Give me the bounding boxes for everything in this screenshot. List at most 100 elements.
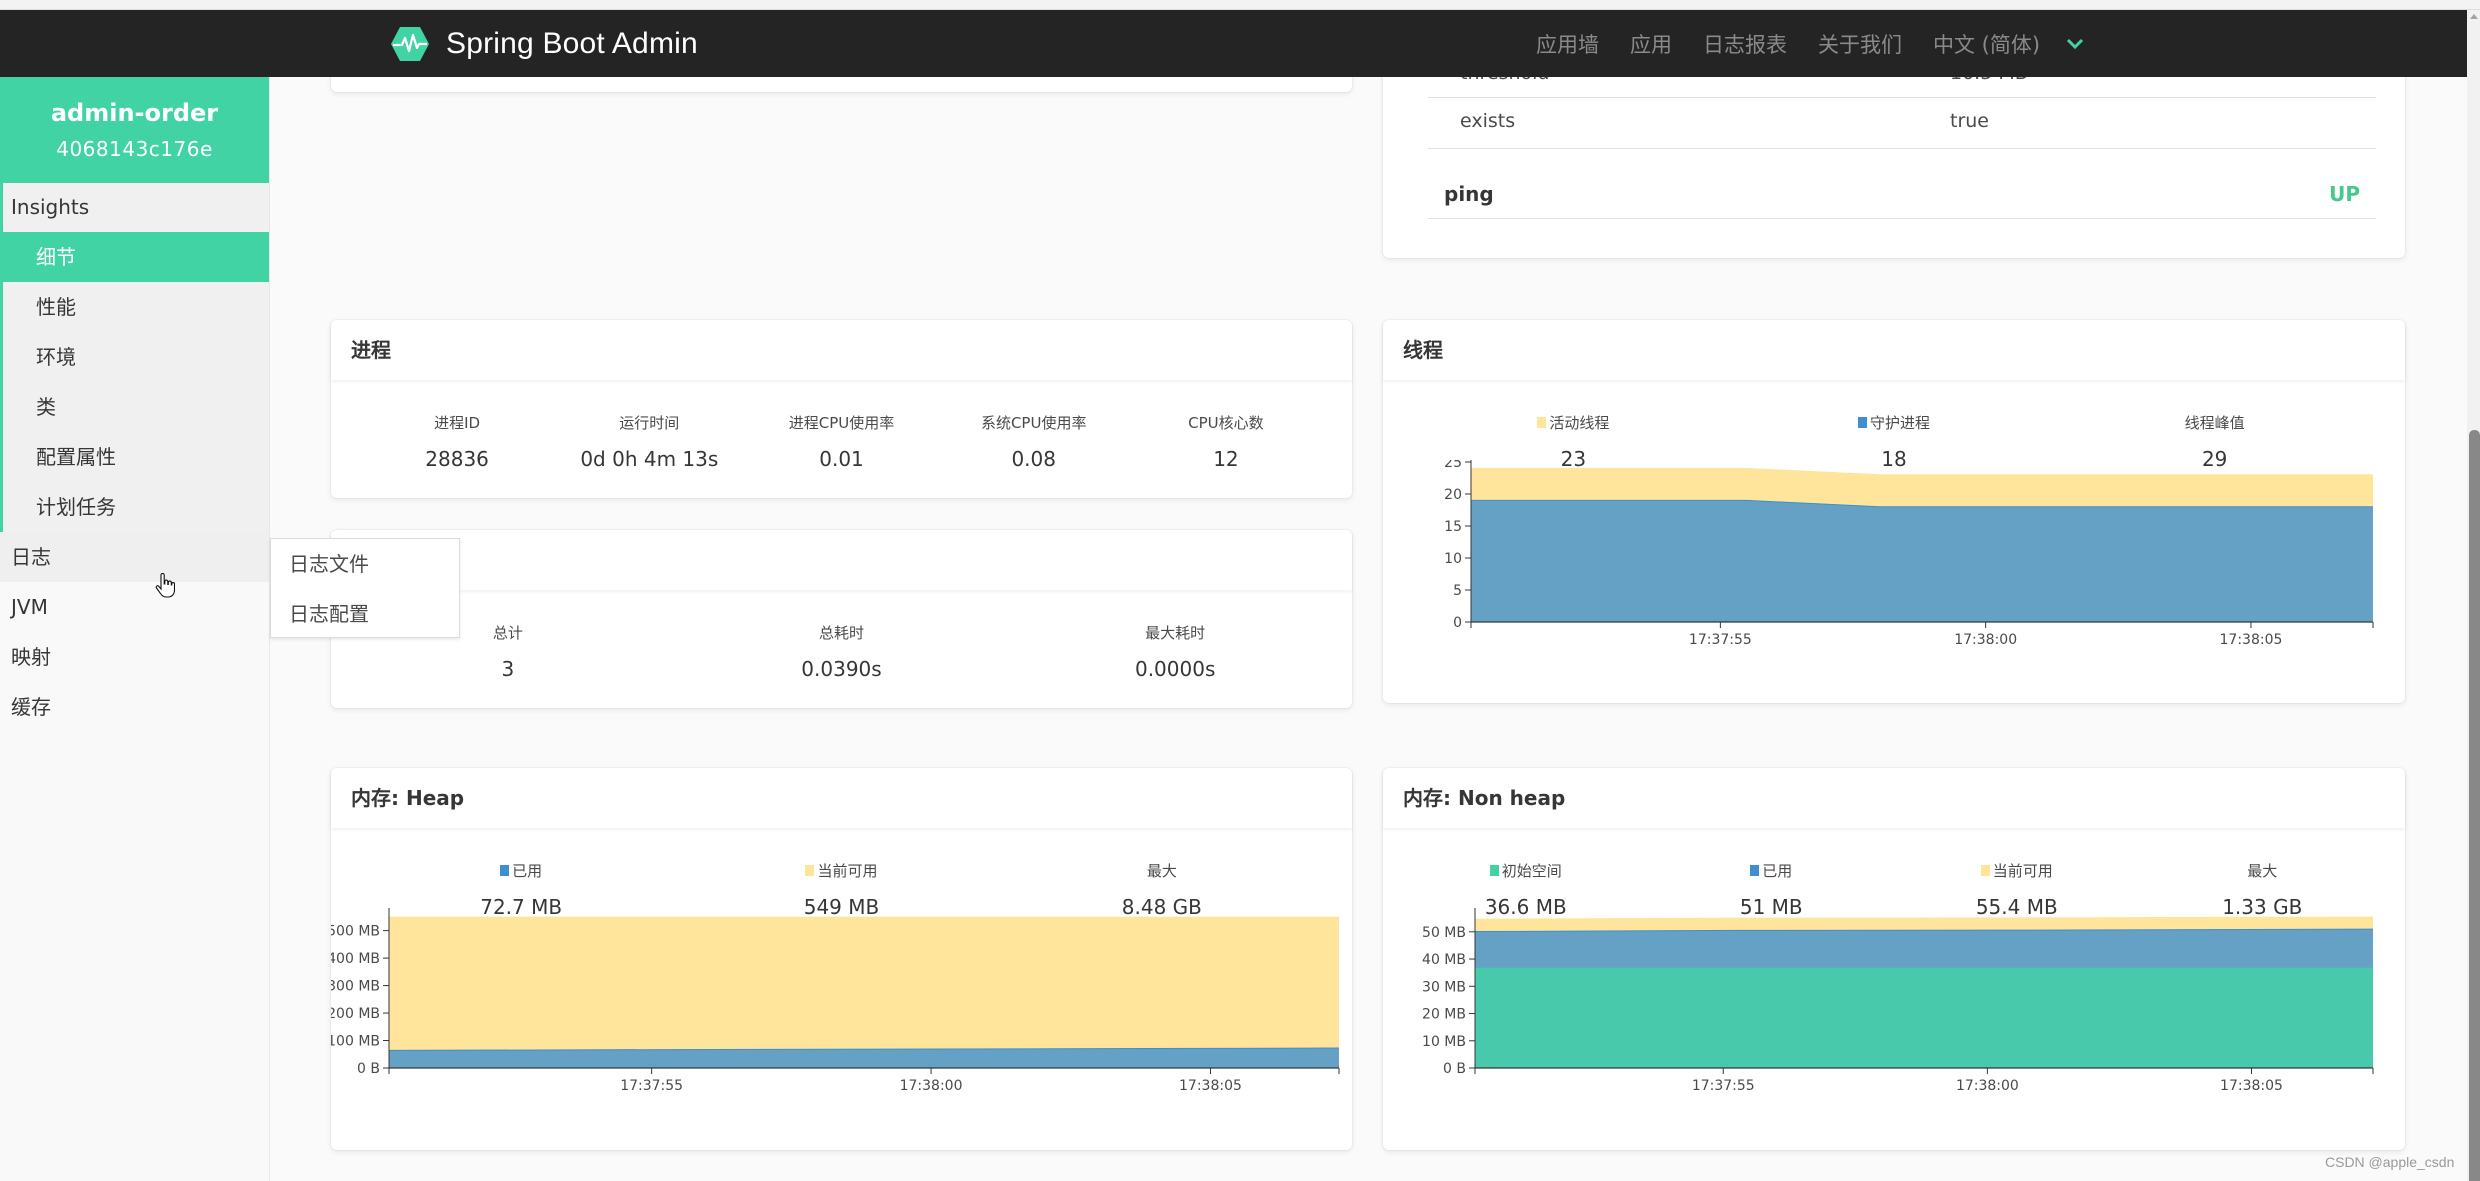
y-tick-label: 10 — [1444, 551, 1462, 567]
sidebar-group-insights: Insights 细节 性能 环境 类 配置属性 计划任务 — [0, 183, 269, 532]
sidebar-item-details[interactable]: 细节 — [3, 232, 269, 282]
y-tick-label: 30 MB — [1422, 979, 1466, 995]
legend-label: 守护进程 — [1870, 414, 1931, 432]
stat-value: 0.0390s — [801, 657, 882, 681]
nonheap-card: 内存: Non heap 初始空间 36.6 MB 已用 51 MB 当前可用 55.… — [1383, 768, 2405, 1150]
submenu-item-logfile[interactable]: 日志文件 — [271, 539, 459, 589]
heap-card-title: 内存: Heap — [331, 768, 1352, 828]
y-tick-label: 40 MB — [1422, 952, 1466, 968]
stat-label: 系统CPU使用率 — [980, 414, 1087, 432]
sidebar-item-caches[interactable]: 缓存 — [0, 682, 269, 732]
stat-label: 进程CPU使用率 — [788, 414, 895, 432]
sidebar-item-jvm[interactable]: JVM — [0, 582, 269, 632]
y-tick-label: 25 — [1444, 460, 1462, 471]
process-card: 进程 进程ID 28836 运行时间 0d 0h 4m 13s 进程CPU使用率 0.… — [331, 320, 1352, 498]
ping-status-badge: UP — [2329, 182, 2360, 206]
y-tick-label: 0 — [1453, 615, 1462, 631]
stat-label: 总耗时 — [819, 624, 865, 642]
y-tick-label: 0 B — [1443, 1061, 1466, 1077]
nonheap-card-title: 内存: Non heap — [1383, 768, 2405, 828]
stat-label: 最大 — [1146, 862, 1177, 880]
legend-label: 当前可用 — [817, 862, 878, 880]
stat-label: 初始空间 — [1403, 860, 1649, 881]
submenu-item-loggers[interactable]: 日志配置 — [271, 589, 459, 639]
x-tick-label: 17:37:55 — [620, 1078, 683, 1094]
heartbeat-hexagon-icon — [391, 26, 429, 61]
x-tick-label: 17:38:05 — [2220, 1078, 2283, 1094]
y-tick-label: 300 MB — [331, 979, 380, 995]
sidebar-item-insights[interactable]: Insights — [3, 183, 269, 232]
scroll-up-arrow-icon[interactable] — [2470, 14, 2478, 19]
area-series-1 — [1471, 500, 2373, 622]
sidebar-item-classes[interactable]: 类 — [3, 382, 269, 432]
nav-item-wallboard[interactable]: 应用墙 — [1536, 29, 1599, 59]
nonheap-chart: 0 B 10 MB 20 MB 30 MB 40 MB 50 MB 17:37:55 17:3… — [1422, 908, 2374, 1094]
legend-swatch — [1980, 865, 1990, 876]
area-series-2 — [1475, 968, 2373, 1068]
stat-value: 3 — [501, 657, 515, 681]
area-series-1 — [389, 1048, 1339, 1068]
sidebar-item-mappings[interactable]: 映射 — [0, 632, 269, 682]
stat-value: 28836 — [425, 447, 489, 471]
x-tick-label: 17:37:55 — [1692, 1078, 1755, 1094]
stat-process-cpu: 进程CPU使用率 0.01 — [745, 412, 937, 471]
stat-label: 当前可用 — [1894, 860, 2140, 881]
instance-id: 4068143c176e — [56, 137, 213, 161]
language-selector[interactable]: 中文 (简体) — [1933, 29, 2040, 59]
stat-cpu-cores: CPU核心数 12 — [1130, 412, 1322, 471]
stat-pid: 进程ID 28836 — [361, 412, 553, 471]
legend-swatch — [1858, 417, 1867, 428]
process-card-title: 进程 — [331, 320, 1352, 380]
ping-label: ping — [1444, 182, 1494, 206]
legend-label: 已用 — [512, 862, 543, 880]
brand-title: Spring Boot Admin — [446, 26, 698, 60]
app-name: admin-order — [50, 99, 219, 127]
navbar: Spring Boot Admin 应用墙 应用 日志报表 关于我们 中文 (简… — [0, 10, 2467, 77]
sidebar-item-metrics[interactable]: 性能 — [3, 282, 269, 332]
nav-item-about[interactable]: 关于我们 — [1818, 29, 1902, 59]
y-tick-label: 0 B — [357, 1061, 380, 1077]
process-stats: 进程ID 28836 运行时间 0d 0h 4m 13s 进程CPU使用率 0.01 … — [331, 412, 1352, 471]
y-tick-label: 5 — [1453, 583, 1462, 599]
x-tick-label: 17:38:05 — [1179, 1078, 1242, 1094]
sidebar-item-logging[interactable]: 日志 — [0, 532, 269, 582]
health-row-key: exists — [1460, 110, 1516, 132]
stat-label: 当前可用 — [681, 860, 1001, 881]
threads-card-title: 线程 — [1383, 320, 2405, 380]
y-tick-label: 400 MB — [331, 951, 380, 967]
chevron-down-icon[interactable] — [2065, 37, 2085, 51]
sidebar-item-config-props[interactable]: 配置属性 — [3, 432, 269, 482]
stat-value: 12 — [1213, 447, 1239, 471]
legend-swatch — [500, 865, 510, 876]
nav-item-applications[interactable]: 应用 — [1630, 29, 1672, 59]
sidebar-item-scheduled-tasks[interactable]: 计划任务 — [3, 482, 269, 532]
y-tick-label: 200 MB — [331, 1006, 380, 1022]
browser-top-strip — [0, 0, 2480, 10]
stat-label: 最大耗时 — [1145, 624, 1206, 642]
nav-item-log-reports[interactable]: 日志报表 — [1703, 29, 1787, 59]
health-ping-row: ping UP — [1428, 149, 2376, 219]
gc-card: 总计 3 总耗时 0.0390s 最大耗时 0.0000s — [331, 530, 1352, 708]
stat-value: 0d 0h 4m 13s — [580, 447, 719, 471]
stat-label: 线程峰值 — [2184, 414, 2245, 432]
gc-card-title — [331, 530, 1352, 590]
sidebar-item-environment[interactable]: 环境 — [3, 332, 269, 382]
threads-card: 线程 活动线程 23 守护进程 18 线程峰值 29 0 5 10 15 20 25 17:37:… — [1383, 320, 2405, 703]
stat-label: 运行时间 — [619, 414, 680, 432]
stat-label: 进程ID — [434, 414, 481, 432]
legend-label: 初始空间 — [1501, 862, 1562, 880]
stat-gc-total-time: 总耗时 0.0390s — [675, 622, 1009, 681]
stat-label: 守护进程 — [1734, 412, 2055, 433]
stat-gc-max-time: 最大耗时 0.0000s — [1008, 622, 1342, 681]
legend-swatch — [1489, 865, 1499, 876]
stat-uptime: 运行时间 0d 0h 4m 13s — [553, 412, 745, 471]
x-tick-label: 17:37:55 — [1689, 632, 1752, 648]
stat-system-cpu: 系统CPU使用率 0.08 — [938, 412, 1130, 471]
brand[interactable]: Spring Boot Admin — [390, 10, 698, 77]
scrollbar-thumb[interactable] — [2469, 430, 2480, 1181]
y-tick-label: 20 MB — [1422, 1007, 1466, 1023]
threads-chart: 0 5 10 15 20 25 17:37:55 17:38:00 17:38:05 — [1444, 460, 2374, 648]
x-tick-label: 17:38:00 — [900, 1078, 963, 1094]
y-tick-label: 50 MB — [1422, 925, 1466, 941]
legend-swatch — [1750, 865, 1760, 876]
